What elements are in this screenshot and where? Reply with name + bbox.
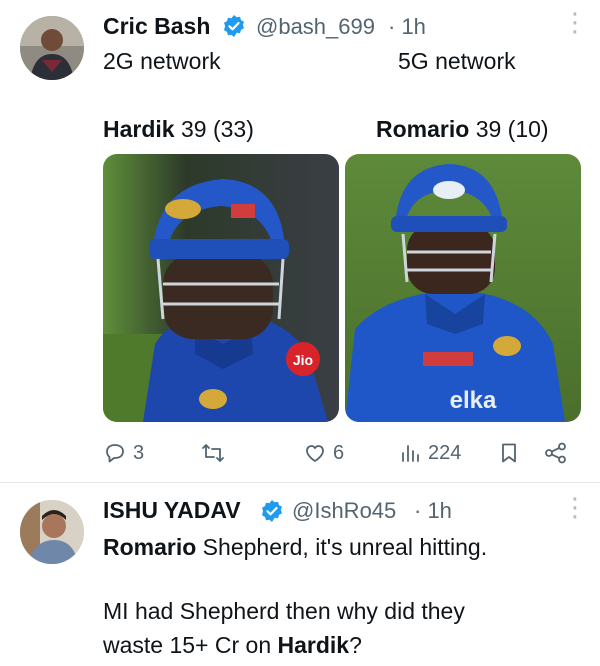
tweet-text-right: 5G network	[398, 48, 516, 74]
views-icon	[402, 445, 419, 462]
avatar-image	[20, 16, 84, 80]
author-handle[interactable]: @bash_699	[256, 14, 375, 40]
left-player-label: Hardik 39 (33)	[103, 116, 254, 143]
verified-badge-icon	[262, 500, 282, 522]
tweet-text-left: 2G network	[103, 48, 221, 74]
tweet-time[interactable]: · 1h	[388, 14, 426, 40]
avatar-ishu-yadav[interactable]	[20, 500, 84, 564]
verified-badge-icon	[224, 15, 244, 37]
reply-icon	[106, 444, 124, 463]
avatar-cric-bash[interactable]	[20, 16, 84, 80]
more-icon[interactable]: ⋮	[562, 494, 588, 520]
photo-romario-image: elka	[345, 154, 581, 422]
like-button[interactable]: 6	[303, 441, 344, 465]
like-icon	[306, 445, 324, 462]
right-player-score: 39 (10)	[475, 116, 549, 142]
author-handle[interactable]: @IshRo45	[292, 498, 396, 524]
retweet-button[interactable]	[200, 441, 226, 465]
right-player-label: Romario 39 (10)	[376, 116, 549, 143]
reply-count: 3	[133, 441, 145, 464]
tweet-text-line3-start: waste 15+ Cr on	[103, 632, 278, 658]
more-icon[interactable]: ⋮	[562, 9, 588, 35]
views-button[interactable]: 224	[398, 441, 461, 465]
tweet-text-line1: Romario Shepherd, it's unreal hitting.	[103, 534, 487, 561]
tweet-text-line3-end: ?	[349, 632, 362, 658]
views-count: 224	[428, 441, 462, 464]
retweet-icon	[202, 444, 224, 462]
photo-hardik-image: Jio	[103, 154, 339, 422]
left-player-score: 39 (33)	[180, 116, 254, 142]
tweet-text-line3: waste 15+ Cr on Hardik?	[103, 632, 362, 659]
author-name[interactable]: Cric Bash	[103, 13, 210, 40]
left-image-caption: Jio	[293, 352, 313, 368]
photo-hardik[interactable]: Jio	[103, 154, 339, 422]
share-icon	[545, 442, 566, 464]
reply-button[interactable]: 3	[103, 441, 144, 465]
mention-hardik: Hardik	[277, 632, 350, 658]
share-button[interactable]	[543, 441, 569, 465]
tweet-time[interactable]: · 1h	[414, 498, 452, 524]
tweet-text-line1-rest: Shepherd, it's unreal hitting.	[196, 534, 488, 560]
author-name[interactable]: ISHU YADAV	[103, 497, 241, 524]
tweet-divider	[0, 482, 600, 483]
photo-romario[interactable]: elka	[345, 154, 581, 422]
left-player-name: Hardik	[103, 116, 175, 142]
right-image-caption: elka	[450, 387, 497, 414]
bookmark-icon	[502, 443, 516, 463]
tweet-text-line2: MI had Shepherd then why did they	[103, 598, 465, 624]
bookmark-button[interactable]	[497, 441, 521, 465]
avatar-image	[20, 500, 84, 564]
right-player-name: Romario	[376, 116, 470, 142]
like-count: 6	[333, 441, 345, 464]
mention-romario: Romario	[103, 534, 197, 560]
